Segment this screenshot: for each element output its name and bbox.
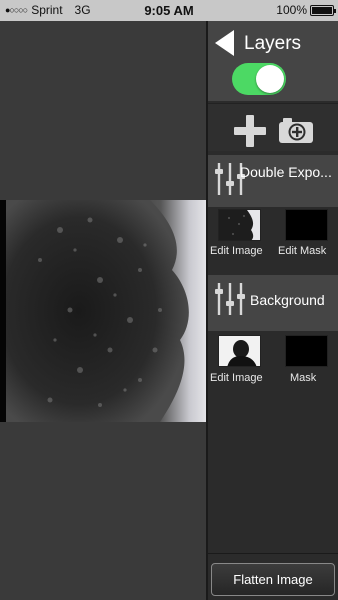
add-layer-button[interactable] [234,115,266,147]
divider [208,553,338,554]
battery-icon [310,4,336,16]
edit-mask-link[interactable]: Edit Mask [278,245,326,257]
edit-image-link[interactable]: Edit Image [210,245,263,257]
panel-header: Layers [208,21,338,101]
camera-add-icon[interactable] [278,116,314,144]
editor-canvas[interactable] [0,21,206,600]
toggle-knob [256,65,284,93]
layer-row-double-exposure[interactable]: Double Expo... [208,155,338,207]
battery-status: 100% [276,3,336,17]
layer-thumbs: Edit Image Mask [208,331,338,401]
panel-title: Layers [244,33,302,54]
tree-image [0,200,189,422]
layer-thumbs: Edit Image Edit Mask [208,207,338,275]
layer-image-thumbnail[interactable] [218,335,261,367]
back-arrow-icon[interactable] [215,30,234,56]
flatten-image-button[interactable]: Flatten Image [211,563,335,596]
photo-preview[interactable] [0,200,206,422]
layers-panel: Layers Double Expo... Edit Image Edit Ma… [206,21,338,600]
layer-visibility-toggle[interactable] [232,63,286,95]
status-bar: ●○○○○ Sprint 3G 9:05 AM 100% [0,0,338,21]
layer-row-background[interactable]: Background [208,275,338,331]
edit-image-link[interactable]: Edit Image [210,372,263,384]
layer-image-thumbnail[interactable] [218,209,261,241]
layer-mask-thumbnail[interactable] [285,335,328,367]
layers-toolbar [208,103,338,151]
mask-link[interactable]: Mask [290,372,316,384]
battery-percent: 100% [276,3,307,17]
layer-name: Double Expo... [240,164,332,180]
layer-mask-thumbnail[interactable] [285,209,328,241]
sliders-icon[interactable] [214,281,248,317]
layer-name: Background [250,292,325,308]
